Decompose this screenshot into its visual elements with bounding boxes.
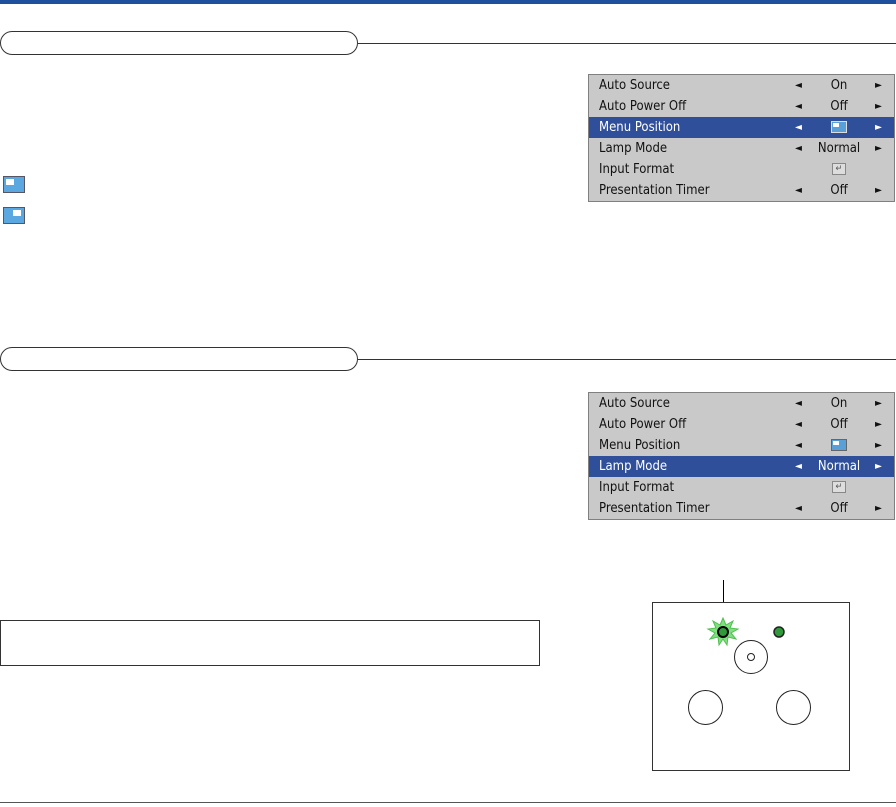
right-arrow-icon: ► (875, 185, 882, 196)
osd-row-value: Off (830, 99, 848, 114)
left-arrow-icon: ◄ (795, 143, 802, 154)
osd-row-label: Input Format (599, 162, 675, 177)
osd-row-value: Normal (817, 459, 861, 474)
osd-row-label: Presentation Timer (599, 501, 710, 516)
osd-row-value: Off (830, 417, 848, 432)
osd-row: Auto Power Off ◄ ► Off (589, 414, 894, 435)
osd-row: Input Format ↵ (589, 477, 894, 498)
osd-row-label: Presentation Timer (599, 183, 710, 198)
osd-row: Lamp Mode ◄ ► Normal (589, 456, 894, 477)
right-arrow-icon: ► (875, 80, 882, 91)
lamp-indicator-led-icon (717, 626, 729, 638)
right-arrow-icon: ► (875, 419, 882, 430)
section-header-rule-2 (358, 359, 896, 360)
status-led-icon (773, 626, 785, 638)
left-arrow-icon: ◄ (795, 440, 802, 451)
menu-position-icon (831, 439, 847, 451)
osd-row: Input Format ↵ (589, 159, 894, 180)
control-panel-illustration (652, 602, 850, 771)
osd-row-value: Off (830, 183, 848, 198)
osd-row: Auto Power Off ◄ ► Off (589, 96, 894, 117)
enter-icon: ↵ (832, 481, 846, 493)
left-arrow-icon: ◄ (795, 461, 802, 472)
osd-row-value: Off (830, 501, 848, 516)
panel-drawing (706, 616, 785, 647)
osd-row-label: Lamp Mode (599, 141, 668, 156)
left-arrow-icon: ◄ (795, 122, 802, 133)
section-header-rule-1 (358, 43, 896, 44)
right-arrow-icon: ► (875, 461, 882, 472)
section-header-pill-2 (0, 347, 358, 371)
osd-menu-2: Auto Source ◄ ► On Auto Power Off ◄ ► Off Menu P… (588, 392, 895, 520)
right-arrow-icon: ► (875, 440, 882, 451)
left-arrow-icon: ◄ (795, 419, 802, 430)
note-box (0, 620, 540, 666)
osd-row: Auto Source ◄ ► On (589, 393, 894, 414)
osd-row-label: Lamp Mode (599, 459, 668, 474)
osd-row-label: Menu Position (599, 438, 681, 453)
osd-row-value: On (830, 78, 848, 93)
osd-row: Auto Source ◄ ► On (589, 75, 894, 96)
osd-row: Menu Position ◄ ► (589, 117, 894, 138)
osd-row: Menu Position ◄ ► (589, 435, 894, 456)
osd-row-label: Auto Source (599, 78, 671, 93)
osd-row: Lamp Mode ◄ ► Normal (589, 138, 894, 159)
left-arrow-icon: ◄ (795, 503, 802, 514)
right-arrow-icon: ► (875, 101, 882, 112)
osd-row-label: Auto Source (599, 396, 671, 411)
menu-position-top-right-icon (3, 207, 25, 224)
left-arrow-icon: ◄ (795, 398, 802, 409)
osd-row-value: On (830, 396, 848, 411)
right-button (776, 690, 811, 725)
left-button (688, 690, 723, 725)
osd-row-value: Normal (817, 141, 861, 156)
right-arrow-icon: ► (875, 503, 882, 514)
osd-row: Presentation Timer ◄ ► Off (589, 180, 894, 201)
menu-position-top-left-icon (3, 176, 25, 193)
osd-row: Presentation Timer ◄ ► Off (589, 498, 894, 519)
top-accent-bar (0, 0, 896, 4)
osd-row-label: Auto Power Off (599, 417, 687, 432)
right-arrow-icon: ► (875, 122, 882, 133)
left-arrow-icon: ◄ (795, 101, 802, 112)
right-arrow-icon: ► (875, 398, 882, 409)
center-button (734, 640, 768, 674)
menu-position-icon (831, 121, 847, 133)
left-arrow-icon: ◄ (795, 80, 802, 91)
left-arrow-icon: ◄ (795, 185, 802, 196)
osd-row-label: Auto Power Off (599, 99, 687, 114)
bottom-rule (0, 802, 896, 803)
enter-icon: ↵ (832, 163, 846, 175)
osd-row-label: Menu Position (599, 120, 681, 135)
section-header-pill-1 (0, 31, 358, 55)
right-arrow-icon: ► (875, 143, 882, 154)
osd-row-label: Input Format (599, 480, 675, 495)
osd-menu-1: Auto Source ◄ ► On Auto Power Off ◄ ► Off Menu P… (588, 74, 895, 202)
